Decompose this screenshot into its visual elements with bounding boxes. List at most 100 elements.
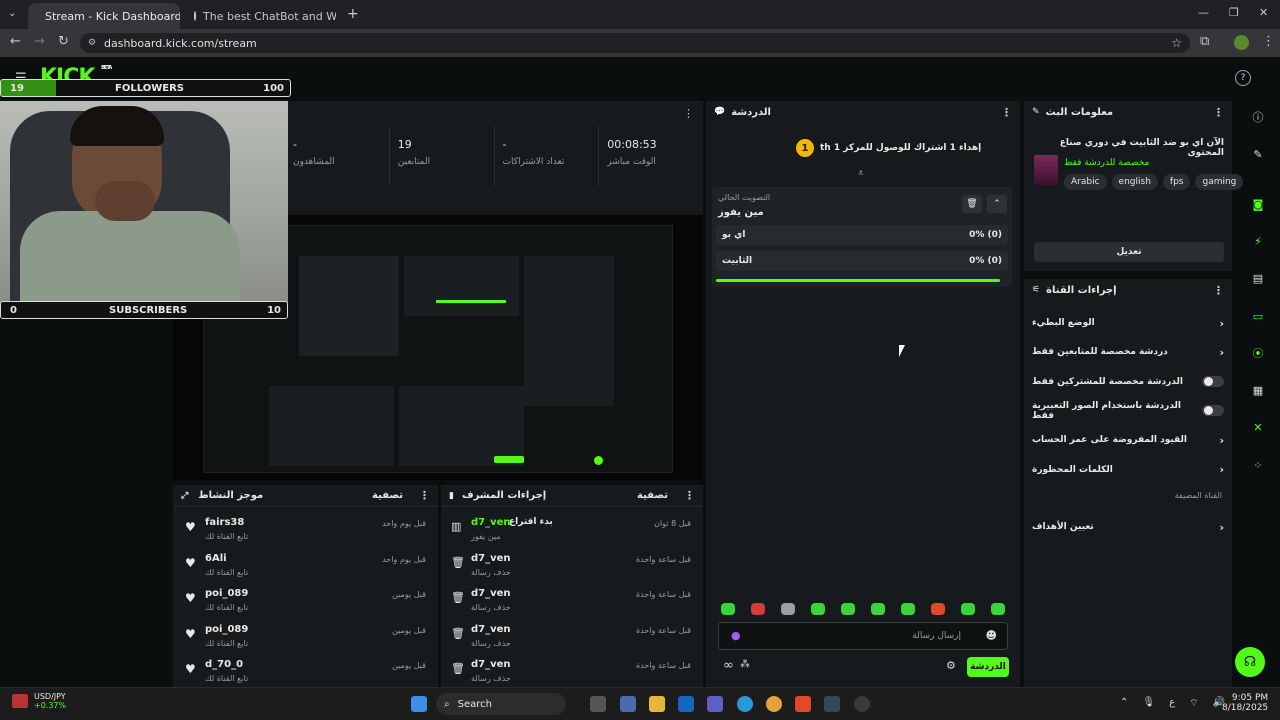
window-close-icon[interactable]: ✕: [1259, 6, 1268, 19]
more-options-icon[interactable]: ⋮: [684, 489, 695, 502]
people-icon[interactable]: ⁘: [1248, 455, 1268, 475]
layout-icon[interactable]: ▦: [1248, 380, 1268, 400]
support-chat-icon[interactable]: ☊: [1235, 647, 1265, 677]
channel-action-row[interactable]: الوضع البطيء ›: [1024, 309, 1232, 337]
chat-icon[interactable]: ▭: [1248, 306, 1268, 326]
list-item[interactable]: ▥ d7_ven بدء اقتراع مين يفوز قبل 8 ثوان: [441, 515, 703, 549]
clipboard-icon[interactable]: ▤: [1248, 268, 1268, 288]
emote-icon[interactable]: [871, 603, 885, 615]
wrench-icon[interactable]: ✕: [1248, 417, 1268, 437]
poll-option[interactable]: اي بو 0% (0): [716, 225, 1008, 245]
more-options-icon[interactable]: ⋮: [1213, 106, 1224, 119]
quick-emotes-icon[interactable]: ⁂: [740, 659, 750, 670]
infinity-icon[interactable]: ∞: [723, 658, 734, 673]
list-item[interactable]: 🗑 d7_ven حذف رسالة قبل ساعة واحدة: [441, 551, 703, 585]
settings-gear-icon[interactable]: ⚙: [946, 659, 956, 672]
system-tray[interactable]: ⌃ 🎙 ع ⌔ 🔊: [1120, 697, 1225, 710]
brave-icon[interactable]: [795, 696, 811, 712]
tab-chatbot[interactable]: The best ChatBot and Widgets ✕: [184, 3, 336, 29]
list-item[interactable]: ♥ d_70_0 تابع القناة لك قبل يومين: [173, 657, 438, 691]
mod-user[interactable]: d7_ven: [471, 553, 511, 564]
set-goals-row[interactable]: تعيين الأهداف ›: [1024, 513, 1232, 541]
stream-category[interactable]: مخصصة للدردشة فقط: [1064, 158, 1149, 168]
channel-action-row[interactable]: دردشة مخصصة للمتابعين فقط ›: [1024, 338, 1232, 366]
task-view-icon[interactable]: [590, 696, 606, 712]
edit-icon[interactable]: ✎: [1248, 144, 1268, 164]
chat-send-button[interactable]: الدردشة: [967, 657, 1009, 677]
expand-icon[interactable]: ⤢: [181, 491, 188, 501]
channel-action-row[interactable]: الكلمات المحظورة ›: [1024, 456, 1232, 484]
emoji-icon[interactable]: ☻: [986, 629, 997, 642]
edit-button[interactable]: تعديل: [1034, 242, 1224, 262]
site-info-icon[interactable]: ⚙: [88, 38, 96, 48]
tag-pill[interactable]: fps: [1162, 174, 1191, 190]
toggle-switch[interactable]: [1202, 405, 1224, 417]
windows-start-icon[interactable]: [411, 696, 427, 712]
lightning-icon[interactable]: ⚡: [1248, 231, 1268, 251]
chat-input-field[interactable]: ● إرسال رسالة ☻: [718, 622, 1008, 650]
emote-icon[interactable]: [991, 603, 1005, 615]
more-options-icon[interactable]: ⋮: [1001, 106, 1012, 119]
emote-icon[interactable]: [931, 603, 945, 615]
emote-icon[interactable]: [721, 603, 735, 615]
back-icon[interactable]: ←: [10, 34, 21, 49]
menu-icon[interactable]: ⋮: [1262, 34, 1275, 49]
info-icon[interactable]: ⓘ: [1248, 107, 1268, 127]
emote-icon[interactable]: [751, 603, 765, 615]
maximize-icon[interactable]: ❐: [1229, 6, 1239, 19]
mod-user[interactable]: d7_ven: [471, 624, 511, 635]
broadcast-icon[interactable]: ⦿: [1248, 343, 1268, 363]
new-tab-button[interactable]: +: [347, 6, 359, 22]
taskbar-search[interactable]: ⌕ Search: [436, 693, 566, 715]
weather-widget[interactable]: USD/JPY +0.37%: [12, 692, 66, 710]
chrome-icon[interactable]: [766, 696, 782, 712]
emote-icon[interactable]: [961, 603, 975, 615]
channel-action-row[interactable]: الدردشة باستخدام الصور التعبيرية فقط: [1024, 397, 1232, 425]
camera-icon[interactable]: ◙: [1248, 194, 1268, 214]
list-item[interactable]: ♥ poi_089 تابع القناة لك قبل يومين: [173, 622, 438, 656]
tag-pill[interactable]: gaming: [1195, 174, 1244, 190]
more-options-icon[interactable]: ⋮: [1213, 284, 1224, 297]
tab-kick-dashboard[interactable]: Stream - Kick Dashboard ✕: [28, 3, 180, 29]
list-item[interactable]: 🗑 d7_ven حذف رسالة قبل ساعة واحدة: [441, 586, 703, 620]
collapse-icon[interactable]: ⩡: [858, 168, 864, 179]
extensions-icon[interactable]: ⧉: [1200, 34, 1209, 49]
more-options-icon[interactable]: ⋮: [419, 489, 430, 502]
microphone-icon[interactable]: ●: [731, 629, 741, 642]
activity-user[interactable]: poi_089: [205, 588, 248, 599]
activity-user[interactable]: d_70_0: [205, 659, 243, 670]
edge-icon[interactable]: [737, 696, 753, 712]
list-item[interactable]: ♥ fairs38 تابع القناة لك قبل يوم واحد: [173, 515, 438, 549]
mod-user[interactable]: d7_ven: [471, 659, 511, 670]
emote-icon[interactable]: [811, 603, 825, 615]
clock[interactable]: 9:05 PM 8/18/2025: [1222, 693, 1268, 713]
poll-option[interactable]: الثابيت 0% (0): [716, 251, 1008, 271]
tag-pill[interactable]: Arabic: [1064, 174, 1107, 190]
list-item[interactable]: ♥ 6Ali تابع القناة لك قبل يوم واحد: [173, 551, 438, 585]
mod-user[interactable]: d7_ven: [471, 517, 511, 528]
delete-poll-icon[interactable]: 🗑: [962, 195, 982, 213]
app-icon[interactable]: [824, 696, 840, 712]
profile-avatar[interactable]: [1234, 35, 1249, 50]
more-options-icon[interactable]: ⋮: [683, 107, 694, 120]
emote-icon[interactable]: [841, 603, 855, 615]
list-item[interactable]: 🗑 d7_ven حذف رسالة قبل ساعة واحدة: [441, 657, 703, 691]
activity-user[interactable]: poi_089: [205, 624, 248, 635]
collapse-poll-icon[interactable]: ⌃: [987, 195, 1007, 213]
activity-user[interactable]: fairs38: [205, 517, 244, 528]
store-icon[interactable]: [620, 696, 636, 712]
file-explorer-icon[interactable]: [649, 696, 665, 712]
list-item[interactable]: ♥ poi_089 تابع القناة لك قبل يومين: [173, 586, 438, 620]
emote-icon[interactable]: [901, 603, 915, 615]
minimize-icon[interactable]: —: [1198, 6, 1209, 19]
url-field[interactable]: ⚙ dashboard.kick.com/stream ☆: [80, 33, 1190, 53]
channel-action-row[interactable]: الدردشة مخصصة للمشتركين فقط: [1024, 368, 1232, 396]
emote-icon[interactable]: [781, 603, 795, 615]
filter-button[interactable]: تصفية: [372, 490, 403, 501]
tag-pill[interactable]: english: [1111, 174, 1158, 190]
channel-action-row[interactable]: القيود المفروضة على عمر الحساب ›: [1024, 426, 1232, 454]
activity-user[interactable]: 6Ali: [205, 553, 227, 564]
obs-icon[interactable]: [854, 696, 870, 712]
mod-user[interactable]: d7_ven: [471, 588, 511, 599]
outlook-icon[interactable]: [678, 696, 694, 712]
